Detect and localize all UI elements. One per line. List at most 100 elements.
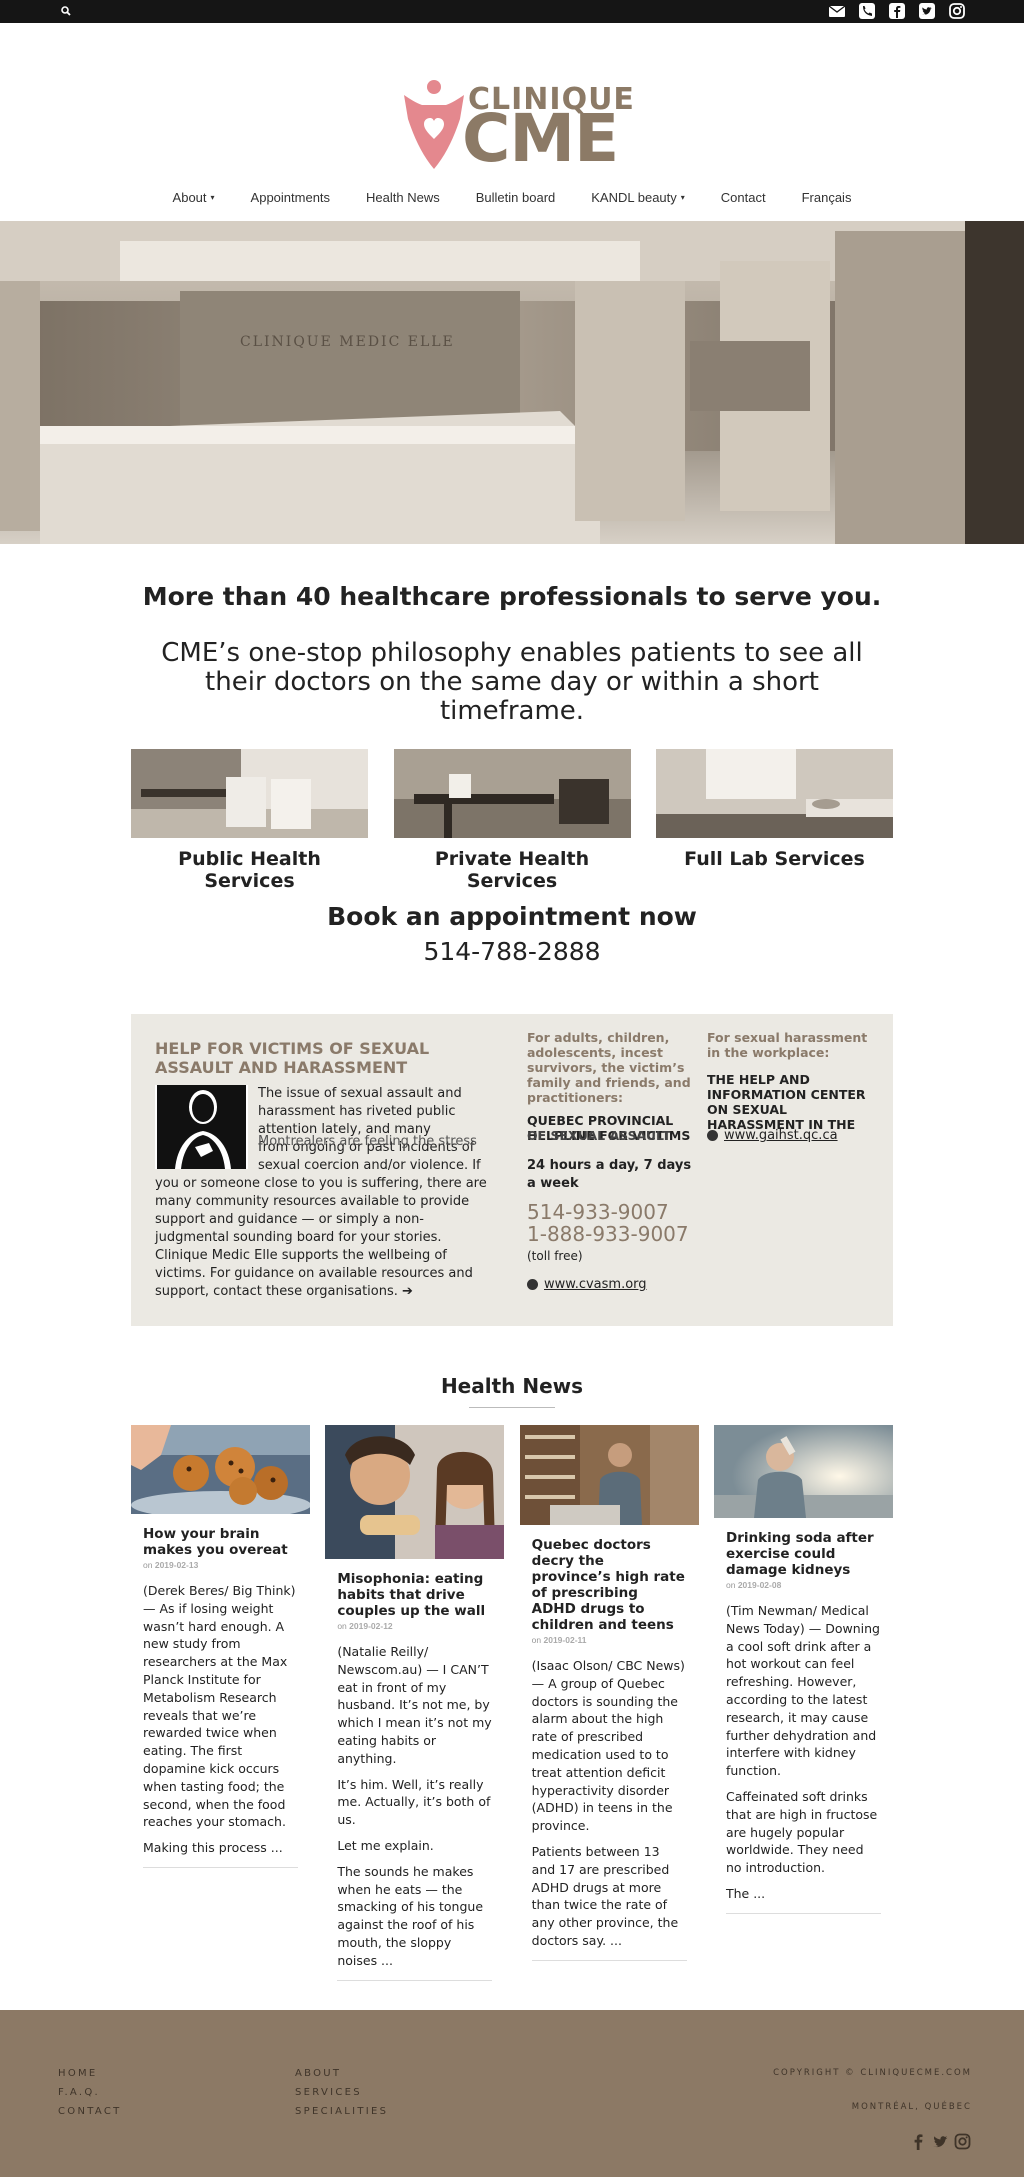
twitter-icon[interactable] [918,2,936,20]
header-logo-area: CLINIQUE CME [0,23,1024,173]
arrow-right-icon[interactable]: ➔ [402,1284,413,1299]
date-prefix: on [725,1580,736,1590]
nav-label: Contact [720,189,766,205]
footer-social-links [910,2133,971,2150]
caret-down-icon: ▾ [680,192,685,202]
news-card-paragraph: The ... [725,1885,766,1901]
news-card-paragraph: (Isaac Olson/ CBC News) — A group of Que… [531,1658,685,1834]
logo-text-cme: CME [462,100,619,177]
logo[interactable]: CLINIQUE CME [402,59,634,177]
service-label: Private Health Services [434,848,590,892]
service-lab[interactable]: Full Lab Services [656,749,893,892]
news-card-paragraph: It’s him. Well, it’s really me. Actually… [337,1776,491,1828]
news-card-title[interactable]: Quebec doctors decry the province’s high… [532,1537,687,1633]
news-card: Misophonia: eating habits that drive cou… [325,1425,505,1981]
footer-link-home[interactable]: HOME [58,2064,122,2083]
booking-section: Book an appointment now 514-788-2888 [0,902,1024,966]
footer-link-specialities[interactable]: SPECIALITIES [295,2102,388,2121]
caret-down-icon: ▾ [210,192,215,202]
news-card-paragraph: (Natalie Reilly/ Newscom.au) — I CAN’T e… [337,1644,492,1766]
logo-figure-icon [404,80,464,169]
twitter-icon[interactable] [932,2133,949,2150]
card-divider [531,1959,687,1961]
top-bar [0,0,1024,23]
instagram-icon[interactable] [948,2,966,20]
date-value: 2019-02-12 [349,1621,393,1631]
booking-phone[interactable]: 514-788-2888 [0,937,1024,966]
nav-label: Health News [366,189,440,205]
nav-health-news[interactable]: Health News [348,190,458,205]
news-card-paragraph: (Tim Newman/ Medical News Today) — Downi… [725,1603,880,1779]
news-card-text: How your brain makes you overeat on 2019… [131,1526,310,1857]
news-card-paragraph: Let me explain. [337,1837,434,1853]
footer: HOME F.A.Q. CONTACT ABOUT SERVICES SPECI… [0,2010,1024,2177]
footer-links-col1: HOME F.A.Q. CONTACT [58,2064,122,2121]
service-public[interactable]: Public Health Services [131,749,368,892]
globe-icon [707,1130,718,1141]
nav-about[interactable]: About ▾ [155,190,233,205]
date-value: 2019-02-11 [543,1635,587,1645]
nav-contact[interactable]: Contact [703,190,784,205]
news-image-pharmacist[interactable] [519,1425,699,1525]
nav-francais[interactable]: Français [784,190,870,205]
booking-title: Book an appointment now [327,902,697,931]
help-body-top: The issue of sexual assault and harassme… [258,1086,462,1137]
date-prefix: on [531,1635,542,1645]
hero-sign-text: CLINIQUE MEDIC ELLE [240,334,455,350]
top-social-links [828,2,966,20]
news-card-date: on 2019-02-08 [726,1580,881,1590]
news-card-text: Misophonia: eating habits that drive cou… [325,1571,504,1970]
footer-link-services[interactable]: SERVICES [295,2083,388,2102]
helpline-phone-local[interactable]: 514-933-9007 [527,1201,692,1223]
news-image-couple-eating[interactable] [325,1425,505,1559]
search-icon[interactable] [60,5,72,17]
email-icon[interactable] [828,2,846,20]
footer-link-contact[interactable]: CONTACT [58,2102,122,2121]
news-card-title[interactable]: Drinking soda after exercise could damag… [726,1530,881,1578]
service-private[interactable]: Private Health Services [393,749,631,892]
nav-label: Bulletin board [475,189,556,205]
news-image-muffins[interactable] [131,1425,310,1514]
help-body-overlap: Montrealers are feeling the stress [258,1134,477,1149]
news-card-text: Quebec doctors decry the province’s high… [520,1537,699,1950]
main-nav: About ▾ Appointments Health News Bulletin… [0,173,1024,221]
news-image-soda-drinker[interactable] [713,1425,893,1518]
workplace-url: www.gaihst.qc.ca [724,1128,838,1143]
news-card: Quebec doctors decry the province’s high… [519,1425,699,1961]
page: CLINIQUE CME About ▾ Appointments Health … [0,0,1024,2177]
helpline-phone-tollfree[interactable]: 1-888-933-9007 [527,1223,692,1245]
footer-link-about[interactable]: ABOUT [295,2064,388,2083]
nav-label: Appointments [250,189,331,205]
date-value: 2019-02-08 [737,1580,782,1590]
instagram-icon[interactable] [954,2133,971,2150]
card-divider [143,1866,298,1868]
helpline-intro: For adults, children, adolescents, inces… [527,1030,691,1105]
date-prefix: on [143,1560,153,1570]
helpline-website-link[interactable]: www.cvasm.org [527,1277,692,1292]
help-workplace-column: For sexual harassment in the workplace: … [707,1030,872,1143]
nav-appointments[interactable]: Appointments [233,190,349,205]
nav-label: Français [801,189,852,205]
news-card-paragraph: Making this process ... [143,1840,283,1856]
workplace-intro: For sexual harassment in the workplace: [707,1030,868,1060]
news-card-title[interactable]: How your brain makes you overeat [143,1526,298,1558]
facebook-icon[interactable] [910,2133,927,2150]
footer-link-faq[interactable]: F.A.Q. [58,2083,122,2102]
service-label: Public Health Services [178,848,321,892]
nav-bulletin-board[interactable]: Bulletin board [458,190,574,205]
health-news-heading: Health News [0,1374,1024,1408]
help-body: The issue of sexual assault and harassme… [155,1085,495,1301]
intro-philosophy: CME’s one-stop philosophy enables patien… [161,638,863,726]
news-card-title[interactable]: Misophonia: eating habits that drive cou… [337,1571,492,1619]
helpline-org: OF SEXUAL ASSAULT QUEBEC PROVINCIAL HELP… [527,1113,692,1143]
service-lab-image [656,749,893,838]
help-body-rest: from ongoing or past incidents of sexual… [155,1140,487,1299]
news-card-date: on 2019-02-11 [532,1635,687,1645]
facebook-icon[interactable] [888,2,906,20]
footer-city: MONTRÉAL, QUÉBEC [851,2102,972,2112]
nav-kandl-beauty[interactable]: KANDL beauty ▾ [573,190,703,205]
card-divider [337,1979,493,1981]
news-card-date: on 2019-02-13 [143,1560,298,1570]
news-card-paragraph: Patients between 13 and 17 are prescribe… [531,1843,679,1948]
phone-icon[interactable] [858,2,876,20]
